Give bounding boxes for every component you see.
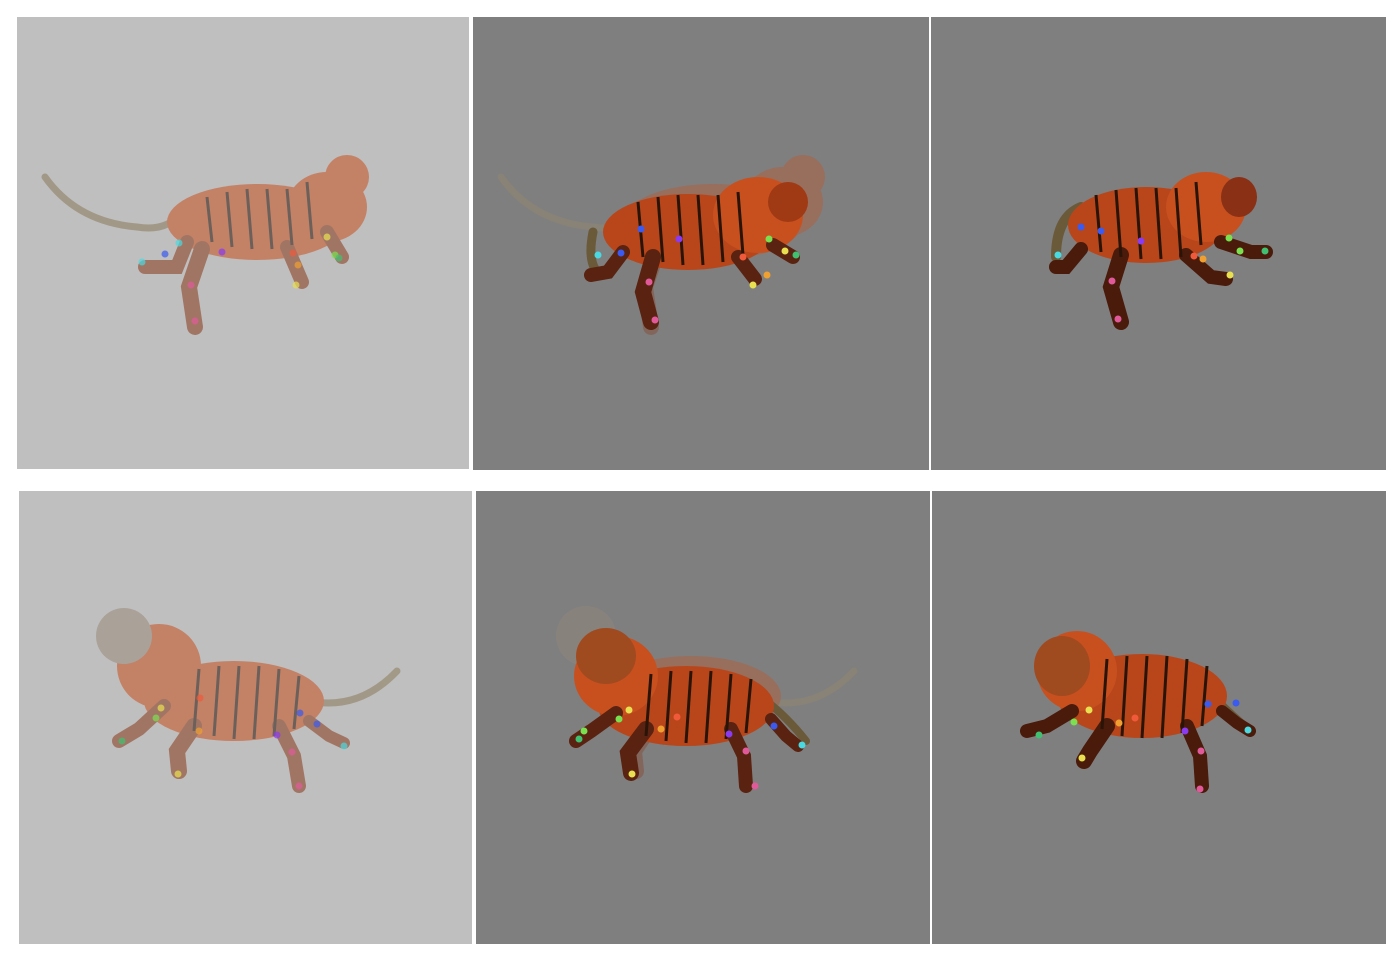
tiger-render-faded	[41, 155, 369, 335]
panel-row1-col3	[931, 17, 1386, 470]
panel-row1-col2	[473, 17, 929, 470]
tiger-render-solid	[1049, 172, 1273, 330]
tiger-render-overlay	[556, 606, 858, 793]
panel-row2-col1	[19, 491, 472, 944]
tiger-render-faded	[96, 608, 401, 793]
panel-row2-col2	[476, 491, 930, 944]
panel-row2-col3	[932, 491, 1386, 944]
tiger-render-solid	[1020, 631, 1256, 793]
tiger-render-overlay	[497, 155, 825, 335]
panel-row1-col1	[17, 17, 469, 469]
